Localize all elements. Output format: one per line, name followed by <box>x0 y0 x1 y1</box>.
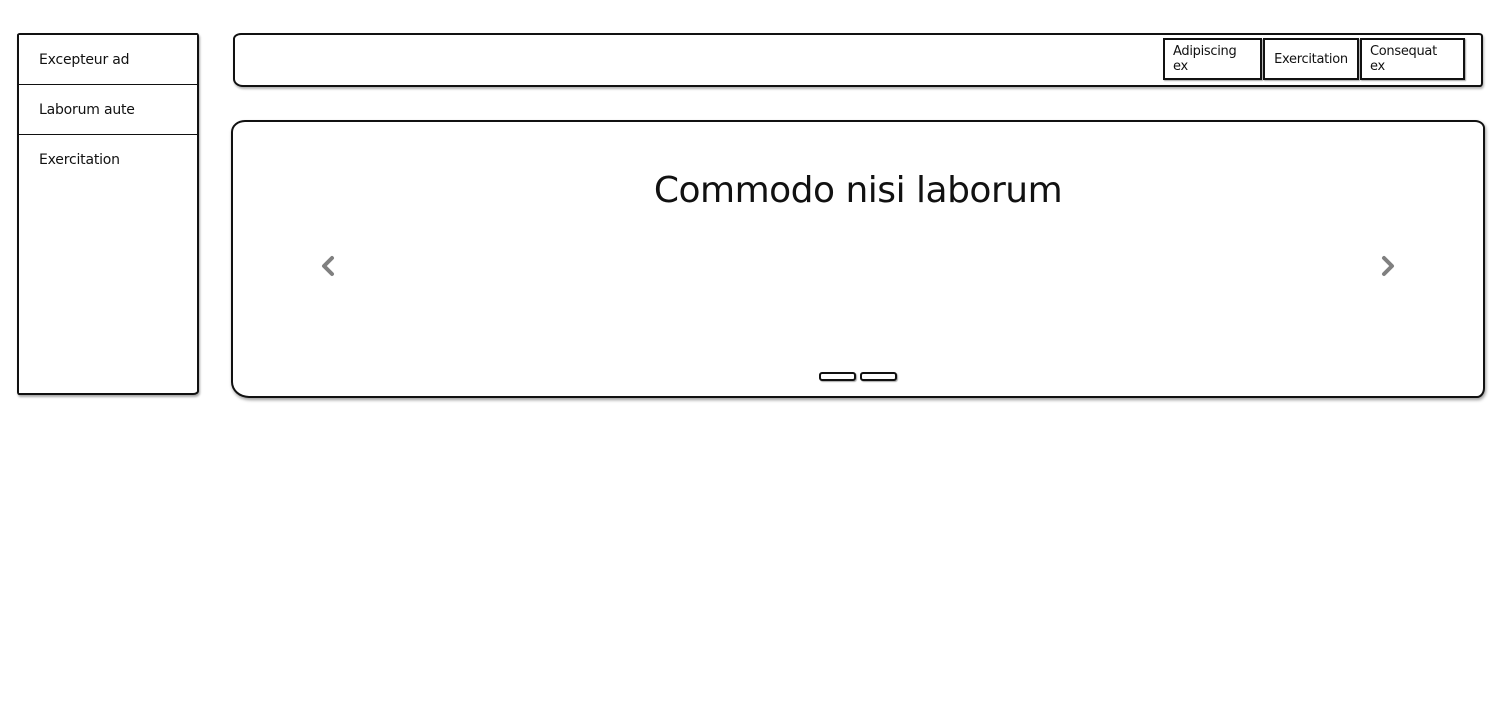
sidebar-item-label: Laborum aute <box>39 101 135 118</box>
top-bar: Adipiscing ex Exercitation Consequat ex <box>233 33 1483 87</box>
sidebar-item-laborum-aute[interactable]: Laborum aute <box>19 85 197 135</box>
carousel-title: Commodo nisi laborum <box>653 170 1063 211</box>
carousel-indicators <box>233 372 1483 381</box>
chevron-right-icon <box>1382 256 1394 276</box>
carousel-prev-button[interactable] <box>317 254 339 278</box>
chevron-left-icon <box>322 256 334 276</box>
carousel-indicator-2[interactable] <box>860 372 897 381</box>
adipiscing-ex-button[interactable]: Adipiscing ex <box>1163 38 1262 80</box>
sidebar-item-excepteur-ad[interactable]: Excepteur ad <box>19 35 197 85</box>
carousel: Commodo nisi laborum <box>231 120 1485 398</box>
sidebar-item-label: Excepteur ad <box>39 51 130 68</box>
top-bar-button-group: Adipiscing ex Exercitation Consequat ex <box>1162 38 1465 80</box>
sidebar-item-exercitation[interactable]: Exercitation <box>19 135 197 185</box>
consequat-ex-button[interactable]: Consequat ex <box>1360 38 1465 80</box>
carousel-indicator-1[interactable] <box>819 372 856 381</box>
sidebar-item-label: Exercitation <box>39 152 120 168</box>
carousel-next-button[interactable] <box>1377 254 1399 278</box>
sidebar-nav: Excepteur ad Laborum aute Exercitation <box>17 33 199 395</box>
exercitation-button[interactable]: Exercitation <box>1263 38 1359 80</box>
